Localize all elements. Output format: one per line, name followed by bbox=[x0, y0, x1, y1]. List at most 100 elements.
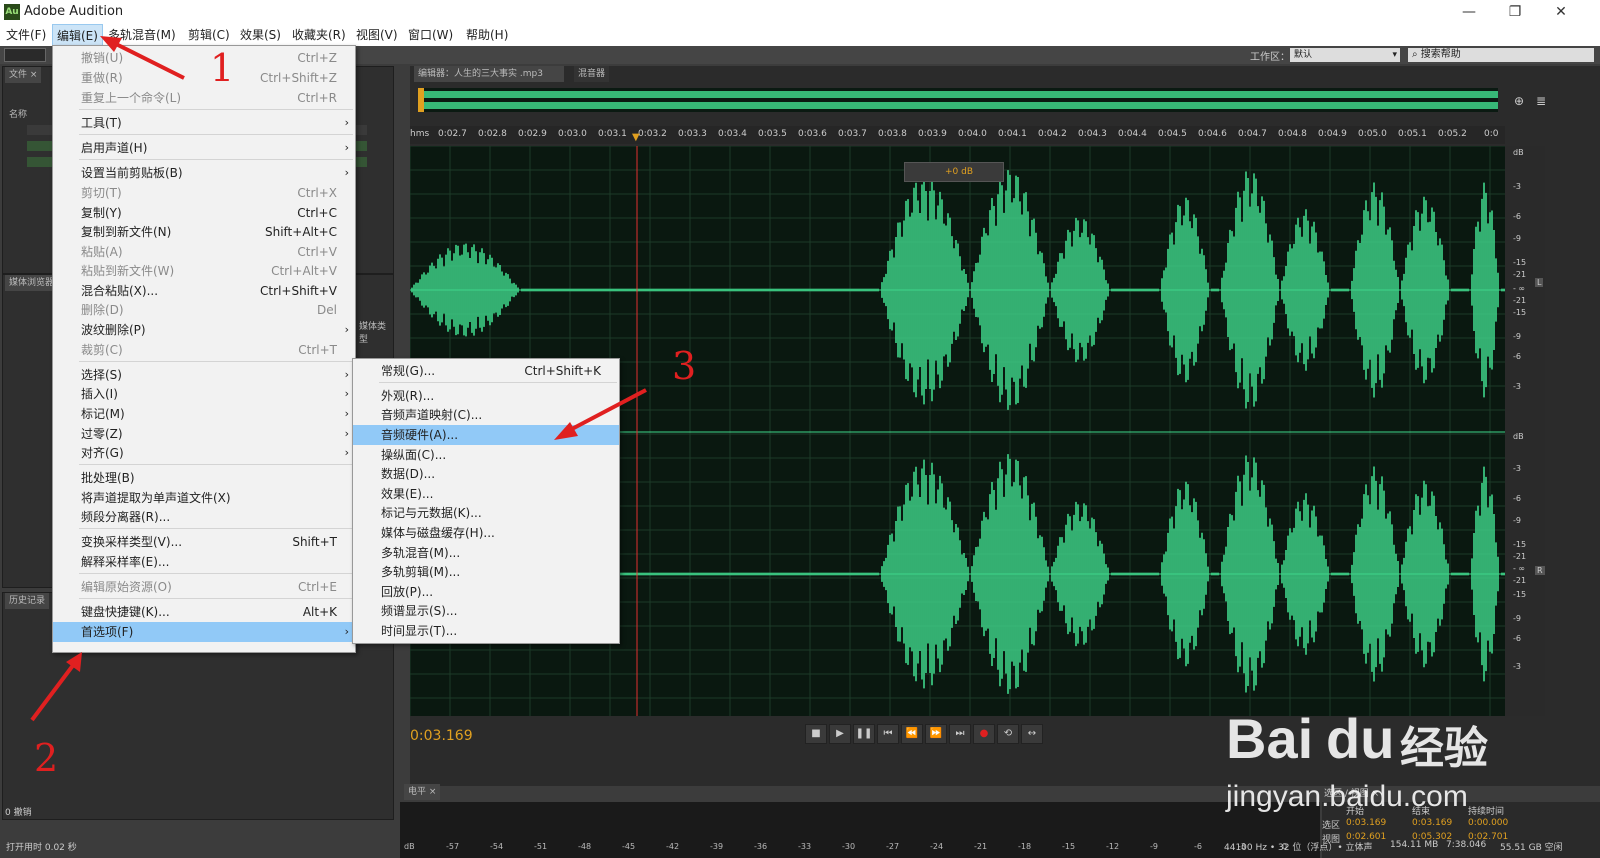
menu-item-delete[interactable]: 删除(D) Del bbox=[53, 300, 355, 320]
menu-item-label: 数据(D)... bbox=[381, 467, 436, 481]
restore-button[interactable]: ❐ bbox=[1492, 0, 1538, 24]
prefs-item-markers-metadata[interactable]: 标记与元数据(K)... bbox=[353, 503, 619, 523]
current-time-display[interactable]: 0:03.169 bbox=[410, 728, 473, 744]
menu-item-enable-channels[interactable]: 启用声道(H) › bbox=[53, 138, 355, 158]
menu-view[interactable]: 视图(V) bbox=[352, 24, 402, 46]
db-label: -9 bbox=[1513, 332, 1521, 341]
menu-item-copy[interactable]: 复制(Y) Ctrl+C bbox=[53, 203, 355, 223]
menu-item-zero-crossings[interactable]: 过零(Z) › bbox=[53, 424, 355, 444]
menu-item-set-clipboard[interactable]: 设置当前剪贴板(B) › bbox=[53, 163, 355, 183]
menu-item-snapping[interactable]: 对齐(G) › bbox=[53, 443, 355, 463]
prefs-item-multitrack[interactable]: 多轨混音(M)... bbox=[353, 543, 619, 563]
db-label: -15 bbox=[1513, 590, 1527, 599]
channel-right-toggle[interactable]: R bbox=[1535, 566, 1545, 575]
tab-mixer[interactable]: 混音器 bbox=[574, 66, 610, 82]
menu-item-shortcut: Ctrl+C bbox=[297, 206, 337, 220]
tab-levels[interactable]: 电平 × bbox=[404, 784, 441, 800]
db-label: -21 bbox=[1513, 270, 1527, 279]
menu-clip[interactable]: 剪辑(C) bbox=[184, 24, 234, 46]
close-button[interactable]: ✕ bbox=[1538, 0, 1584, 24]
prefs-item-audio-hardware[interactable]: 音频硬件(A)... bbox=[353, 425, 619, 445]
menu-item-cut[interactable]: 剪切(T) Ctrl+X bbox=[53, 183, 355, 203]
menu-edit[interactable]: 编辑(E) bbox=[52, 24, 103, 46]
ruler-tick: 0:03.1 bbox=[598, 129, 627, 139]
help-search-input[interactable]: ⌕ 搜索帮助 bbox=[1408, 48, 1594, 62]
time-ruler[interactable]: hms 0:02.7 0:02.8 0:02.9 0:03.0 0:03.1 0… bbox=[410, 126, 1505, 144]
menu-item-shortcut: Shift+Alt+C bbox=[264, 225, 337, 239]
go-to-start-button[interactable]: ⏮ bbox=[877, 724, 899, 744]
waveform-view-button[interactable] bbox=[4, 48, 46, 62]
chevron-right-icon: › bbox=[344, 387, 349, 400]
prefs-item-spectral-displays[interactable]: 频谱显示(S)... bbox=[353, 601, 619, 621]
menu-window[interactable]: 窗口(W) bbox=[404, 24, 457, 46]
record-button[interactable]: ● bbox=[973, 724, 995, 744]
menu-item-insert[interactable]: 插入(I) › bbox=[53, 384, 355, 404]
prefs-item-appearance[interactable]: 外观(R)... bbox=[353, 386, 619, 406]
playhead-marker-icon[interactable]: ▼ bbox=[632, 132, 640, 143]
menu-item-ripple-delete[interactable]: 波纹删除(P) › bbox=[53, 320, 355, 340]
prefs-item-audio-channel-mapping[interactable]: 音频声道映射(C)... bbox=[353, 405, 619, 425]
menu-file[interactable]: 文件(F) bbox=[2, 24, 50, 46]
menu-item-label: 首选项(F) bbox=[81, 625, 134, 639]
zoom-icon[interactable]: ⊕ bbox=[1514, 94, 1524, 108]
go-to-end-button[interactable]: ⏭ bbox=[949, 724, 971, 744]
ruler-tick: 0:04.1 bbox=[998, 129, 1027, 139]
fast-forward-button[interactable]: ⏩ bbox=[925, 724, 947, 744]
tab-editor[interactable]: 编辑器：人生的三大事实 .mp3 bbox=[414, 66, 564, 82]
menu-effects[interactable]: 效果(S) bbox=[236, 24, 285, 46]
preferences-submenu: 常规(G)... Ctrl+Shift+K 外观(R)... 音频声道映射(C).… bbox=[352, 358, 620, 644]
menu-item-repeat-last[interactable]: 重复上一个命令(L) Ctrl+R bbox=[53, 88, 355, 108]
menu-item-select[interactable]: 选择(S) › bbox=[53, 365, 355, 385]
tab-media-browser[interactable]: 媒体浏览器 bbox=[5, 275, 59, 291]
menu-item-extract-channels[interactable]: 将声道提取为单声道文件(X) bbox=[53, 488, 355, 508]
db-label: -3 bbox=[1513, 464, 1521, 473]
workspace-select[interactable]: 默认 ▾ bbox=[1290, 48, 1400, 62]
pause-button[interactable]: ❚❚ bbox=[853, 724, 875, 744]
prefs-item-multitrack-clips[interactable]: 多轨剪辑(M)... bbox=[353, 562, 619, 582]
menu-item-markers[interactable]: 标记(M) › bbox=[53, 404, 355, 424]
hud-gain-control[interactable]: +0 dB bbox=[904, 162, 1004, 182]
channel-left-toggle[interactable]: L bbox=[1535, 278, 1544, 287]
prefs-item-media-disk-cache[interactable]: 媒体与磁盘缓存(H)... bbox=[353, 523, 619, 543]
menu-item-keyboard-shortcuts[interactable]: 键盘快捷键(K)... Alt+K bbox=[53, 602, 355, 622]
menu-item-edit-original[interactable]: 编辑原始资源(O) Ctrl+E bbox=[53, 577, 355, 597]
menu-item-copy-to-new[interactable]: 复制到新文件(N) Shift+Alt+C bbox=[53, 222, 355, 242]
menu-separator bbox=[79, 464, 353, 465]
prefs-item-time-display[interactable]: 时间显示(T)... bbox=[353, 621, 619, 641]
loop-button[interactable]: ⟲ bbox=[997, 724, 1019, 744]
menu-separator bbox=[79, 109, 353, 110]
menu-item-mix-paste[interactable]: 混合粘贴(X)... Ctrl+Shift+V bbox=[53, 281, 355, 301]
waveform-overview[interactable] bbox=[418, 88, 1498, 112]
menu-item-convert-sample-type[interactable]: 变换采样类型(V)... Shift+T bbox=[53, 532, 355, 552]
menu-item-paste[interactable]: 粘贴(A) Ctrl+V bbox=[53, 242, 355, 262]
stop-button[interactable]: ■ bbox=[805, 724, 827, 744]
menu-item-crop[interactable]: 裁剪(C) Ctrl+T bbox=[53, 340, 355, 360]
menu-item-preferences[interactable]: 首选项(F) › bbox=[53, 622, 355, 642]
minimize-button[interactable]: — bbox=[1446, 0, 1492, 24]
menu-item-undo[interactable]: 撤销(U) Ctrl+Z bbox=[53, 48, 355, 68]
menu-multitrack[interactable]: 多轨混音(M) bbox=[104, 24, 180, 46]
menu-item-label: 将声道提取为单声道文件(X) bbox=[81, 491, 231, 505]
list-icon[interactable]: ≣ bbox=[1536, 94, 1546, 108]
prefs-item-control-surface[interactable]: 操纵面(C)... bbox=[353, 445, 619, 465]
tab-files[interactable]: 文件 × bbox=[5, 67, 42, 83]
menu-item-paste-to-new[interactable]: 粘贴到新文件(W) Ctrl+Alt+V bbox=[53, 261, 355, 281]
menu-item-interpret-sample-rate[interactable]: 解释采样率(E)... bbox=[53, 552, 355, 572]
prefs-item-playback[interactable]: 回放(P)... bbox=[353, 582, 619, 602]
tab-history[interactable]: 历史记录 bbox=[5, 593, 50, 609]
rewind-button[interactable]: ⏪ bbox=[901, 724, 923, 744]
play-button[interactable]: ▶ bbox=[829, 724, 851, 744]
prefs-item-data[interactable]: 数据(D)... bbox=[353, 464, 619, 484]
menu-item-redo[interactable]: 重做(R) Ctrl+Shift+Z bbox=[53, 68, 355, 88]
menu-item-tools[interactable]: 工具(T) › bbox=[53, 113, 355, 133]
menu-item-band-splitter[interactable]: 频段分离器(R)... bbox=[53, 507, 355, 527]
prefs-item-general[interactable]: 常规(G)... Ctrl+Shift+K bbox=[353, 361, 619, 381]
menu-item-batch-process[interactable]: 批处理(B) bbox=[53, 468, 355, 488]
db-label: -6 bbox=[1513, 352, 1521, 361]
prefs-item-effects[interactable]: 效果(E)... bbox=[353, 484, 619, 504]
menu-item-shortcut: Ctrl+R bbox=[297, 91, 337, 105]
ruler-tick: 0:05.1 bbox=[1398, 129, 1427, 139]
menu-help[interactable]: 帮助(H) bbox=[462, 24, 512, 46]
menu-favorites[interactable]: 收藏夹(R) bbox=[288, 24, 350, 46]
skip-selection-button[interactable]: ↔ bbox=[1021, 724, 1043, 744]
